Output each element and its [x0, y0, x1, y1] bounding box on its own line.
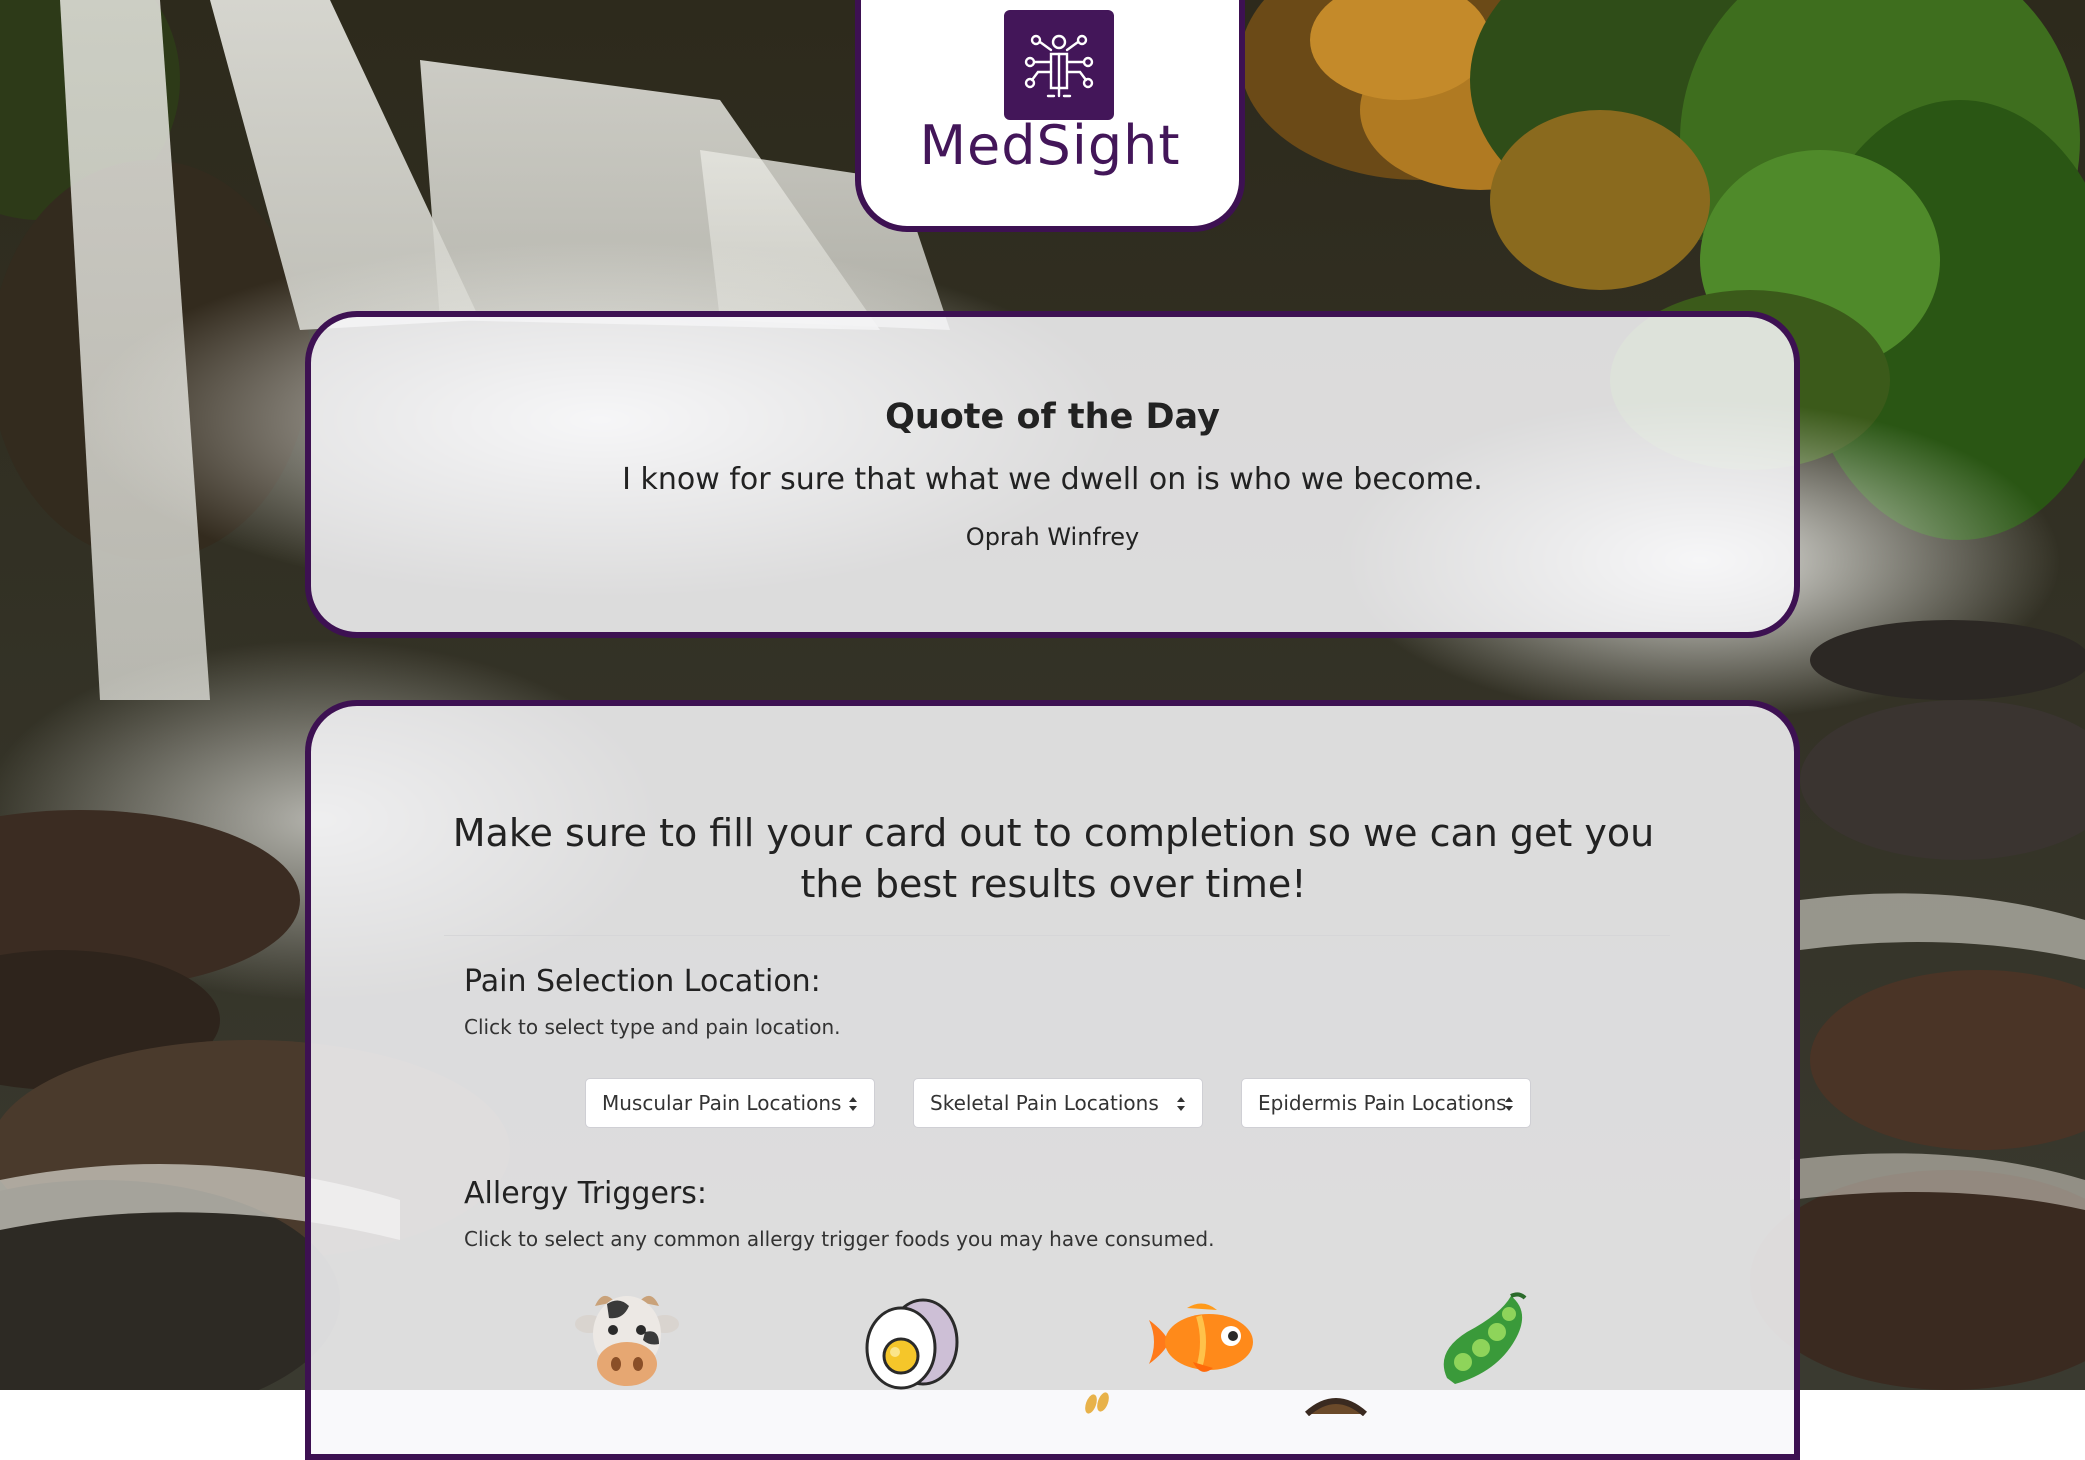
fish-icon[interactable] — [1147, 1302, 1257, 1382]
select-caret-icon — [849, 1097, 857, 1111]
symptom-form-card: Make sure to fill your card out to compl… — [305, 700, 1800, 1460]
select-value: Epidermis Pain Locations — [1258, 1091, 1507, 1115]
epidermis-pain-select[interactable]: Epidermis Pain Locations — [1241, 1078, 1531, 1128]
quote-author: Oprah Winfrey — [965, 523, 1140, 551]
medsight-logo-icon — [1004, 10, 1114, 120]
pain-section-title: Pain Selection Location: — [464, 964, 821, 999]
wheat-icon[interactable] — [1071, 1386, 1131, 1416]
divider — [444, 935, 1670, 936]
skeletal-pain-select[interactable]: Skeletal Pain Locations — [913, 1078, 1203, 1128]
brand-name: MedSight — [919, 114, 1181, 177]
form-heading: Make sure to fill your card out to compl… — [452, 811, 1655, 906]
logo-card[interactable]: MedSight — [855, 0, 1245, 232]
select-value: Muscular Pain Locations — [602, 1091, 842, 1115]
quote-text: I know for sure that what we dwell on is… — [622, 462, 1483, 497]
allergy-section-subtitle: Click to select any common allergy trigg… — [464, 1227, 1215, 1251]
quote-card: Quote of the Day I know for sure that wh… — [305, 311, 1800, 638]
pain-section-subtitle: Click to select type and pain location. — [464, 1015, 841, 1039]
select-caret-icon — [1505, 1097, 1513, 1111]
nut-icon[interactable] — [1301, 1386, 1371, 1416]
egg-icon[interactable] — [861, 1288, 965, 1392]
cow-icon[interactable] — [573, 1284, 681, 1392]
select-value: Skeletal Pain Locations — [930, 1091, 1159, 1115]
select-caret-icon — [1177, 1097, 1185, 1111]
soybean-icon[interactable] — [1431, 1292, 1531, 1392]
allergy-section-title: Allergy Triggers: — [464, 1176, 707, 1211]
muscular-pain-select[interactable]: Muscular Pain Locations — [585, 1078, 875, 1128]
quote-title: Quote of the Day — [885, 397, 1220, 437]
